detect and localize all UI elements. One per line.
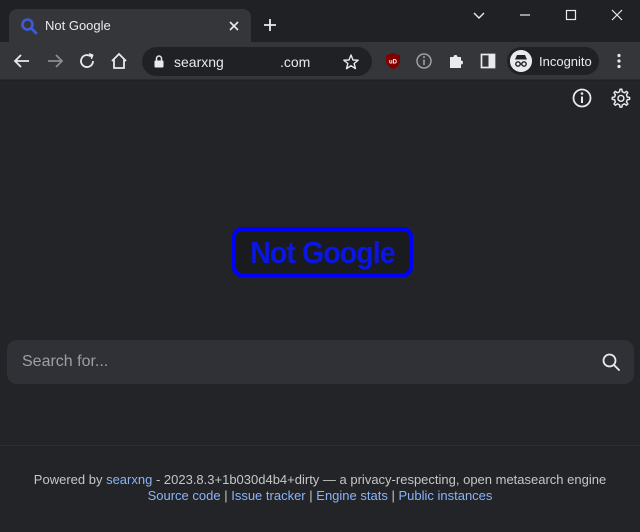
source-code-link[interactable]: Source code — [148, 488, 221, 503]
version-text: - 2023.8.3+1b030d4b4+dirty — a privacy-r… — [155, 472, 607, 487]
address-bar[interactable]: searxng .com — [142, 47, 372, 76]
ublock-extension-icon[interactable]: uD — [385, 52, 401, 70]
incognito-icon — [510, 50, 532, 72]
close-tab-icon[interactable] — [226, 18, 242, 34]
forward-icon[interactable] — [45, 51, 65, 71]
bookmark-star-icon[interactable] — [342, 53, 360, 71]
search-icon[interactable] — [601, 352, 621, 372]
search-box — [7, 340, 634, 384]
logo-text: Not Google — [250, 235, 395, 270]
link-separator: | — [224, 488, 228, 503]
search-input[interactable] — [7, 340, 587, 384]
url-host-suffix: .com — [280, 54, 311, 70]
url-host-prefix: searxng — [174, 54, 224, 70]
side-panel-icon[interactable] — [478, 51, 498, 71]
extensions-puzzle-icon[interactable] — [446, 51, 466, 71]
minimize-icon[interactable] — [513, 4, 537, 26]
maximize-icon[interactable] — [559, 4, 583, 26]
engine-stats-link[interactable]: Engine stats — [316, 488, 388, 503]
browser-toolbar: searxng .com uD Incognito — [0, 42, 640, 80]
link-separator: | — [309, 488, 313, 503]
browser-tab[interactable]: Not Google — [9, 9, 251, 42]
back-icon[interactable] — [12, 51, 32, 71]
info-extension-icon[interactable] — [414, 51, 434, 71]
tab-search-chevron-icon[interactable] — [467, 4, 491, 26]
browser-titlebar: Not Google — [0, 0, 640, 42]
link-separator: | — [391, 488, 395, 503]
public-instances-link[interactable]: Public instances — [398, 488, 492, 503]
issue-tracker-link[interactable]: Issue tracker — [231, 488, 305, 503]
incognito-label: Incognito — [539, 54, 592, 69]
reload-icon[interactable] — [77, 51, 97, 71]
powered-by-text: Powered by — [33, 472, 103, 487]
searxng-link[interactable]: searxng — [106, 472, 152, 487]
more-menu-icon[interactable] — [609, 51, 629, 71]
incognito-profile-button[interactable]: Incognito — [507, 47, 599, 75]
new-tab-icon[interactable] — [260, 15, 280, 35]
home-icon[interactable] — [109, 51, 129, 71]
search-favicon-icon — [21, 18, 38, 35]
preferences-gear-icon[interactable] — [609, 87, 631, 109]
svg-text:uD: uD — [389, 60, 398, 66]
close-window-icon[interactable] — [605, 4, 629, 26]
about-info-icon[interactable] — [571, 87, 593, 109]
footer-credit-line: Powered by searxng - 2023.8.3+1b030d4b4+… — [0, 472, 640, 488]
tab-title: Not Google — [45, 18, 111, 33]
site-logo[interactable]: Not Google — [232, 227, 413, 277]
searxng-page: Not Google Powered by searxng - 2023.8.3… — [0, 81, 640, 532]
footer-divider — [0, 445, 640, 446]
footer: Powered by searxng - 2023.8.3+1b030d4b4+… — [0, 472, 640, 504]
footer-links: Source code | Issue tracker | Engine sta… — [0, 488, 640, 504]
lock-icon[interactable] — [152, 54, 166, 69]
